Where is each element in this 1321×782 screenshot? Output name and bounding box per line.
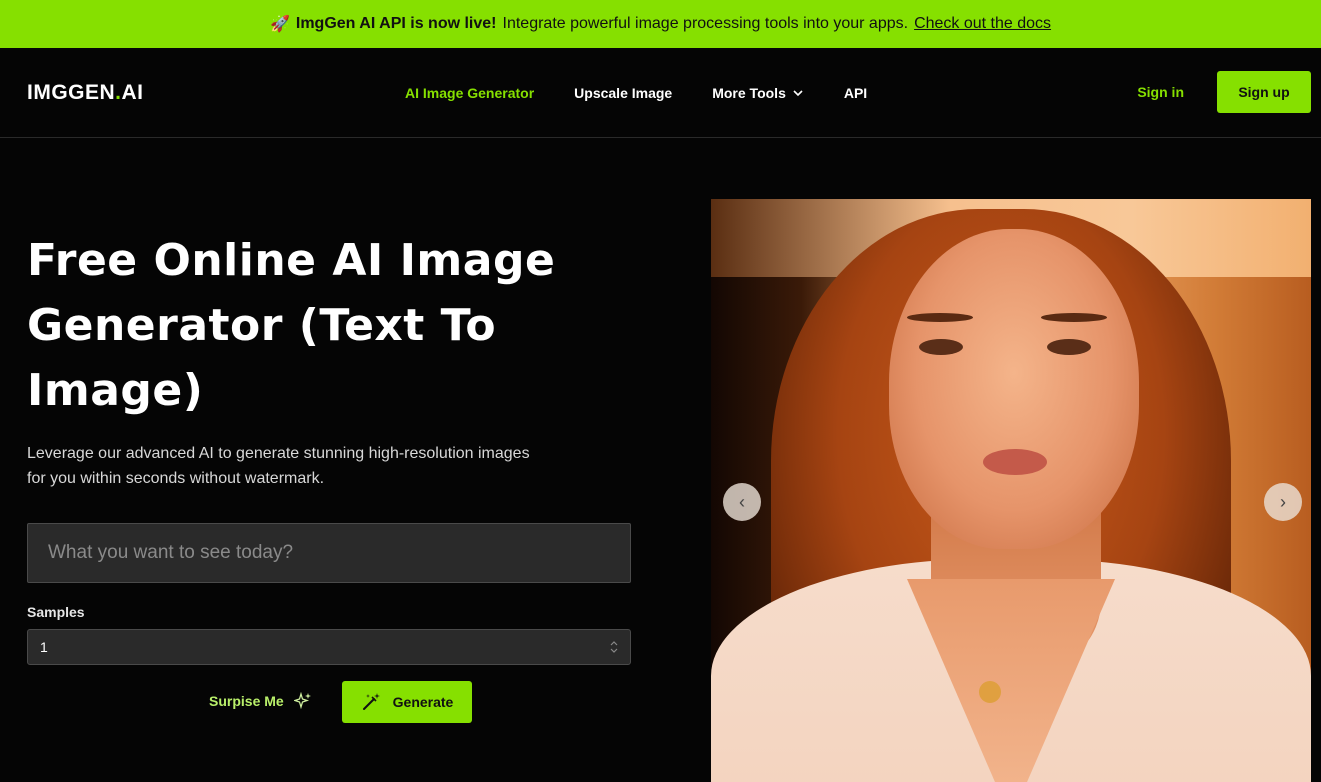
page-title: Free Online AI Image Generator (Text To … xyxy=(27,235,556,416)
nav-api[interactable]: API xyxy=(844,85,867,101)
main-menu: AI Image Generator Upscale Image More To… xyxy=(405,48,867,138)
sign-up-button[interactable]: Sign up xyxy=(1217,71,1311,113)
sign-in-link[interactable]: Sign in xyxy=(1137,84,1184,100)
sparkles-icon xyxy=(293,692,311,710)
banner-headline: ImgGen AI API is now live! xyxy=(295,15,497,32)
chevron-down-icon xyxy=(793,90,803,97)
announcement-banner: 🚀 ImgGen AI API is now live! Integrate p… xyxy=(0,0,1321,48)
hero-image xyxy=(711,199,1311,782)
samples-select[interactable]: 1 xyxy=(27,629,631,665)
nav-ai-image-generator[interactable]: AI Image Generator xyxy=(405,85,534,101)
surprise-me-label: Surpise Me xyxy=(209,693,284,709)
top-navigation: IMGGEN.AI AI Image Generator Upscale Ima… xyxy=(0,48,1321,138)
samples-label: Samples xyxy=(27,604,85,620)
nav-more-tools[interactable]: More Tools xyxy=(712,85,804,101)
magic-wand-icon xyxy=(362,693,380,710)
prompt-input[interactable] xyxy=(27,523,631,583)
auth-actions: Sign in Sign up xyxy=(1137,71,1311,113)
generate-button[interactable]: Generate xyxy=(342,681,472,723)
select-arrows-icon xyxy=(610,641,618,653)
banner-text: Integrate powerful image processing tool… xyxy=(502,15,909,32)
carousel-next-button[interactable]: › xyxy=(1264,483,1302,521)
carousel-prev-button[interactable]: ‹ xyxy=(723,483,761,521)
page-subtitle: Leverage our advanced AI to generate stu… xyxy=(27,445,530,487)
logo[interactable]: IMGGEN.AI xyxy=(27,81,144,105)
rocket-icon: 🚀 xyxy=(269,16,290,33)
nav-more-tools-label: More Tools xyxy=(712,85,786,101)
hero-text: Free Online AI Image Generator (Text To … xyxy=(27,228,647,491)
generate-label: Generate xyxy=(392,694,454,710)
samples-value: 1 xyxy=(40,639,48,655)
surprise-me-button[interactable]: Surpise Me xyxy=(209,692,312,710)
nav-upscale-image[interactable]: Upscale Image xyxy=(574,85,672,101)
docs-link[interactable]: Check out the docs xyxy=(914,15,1051,33)
